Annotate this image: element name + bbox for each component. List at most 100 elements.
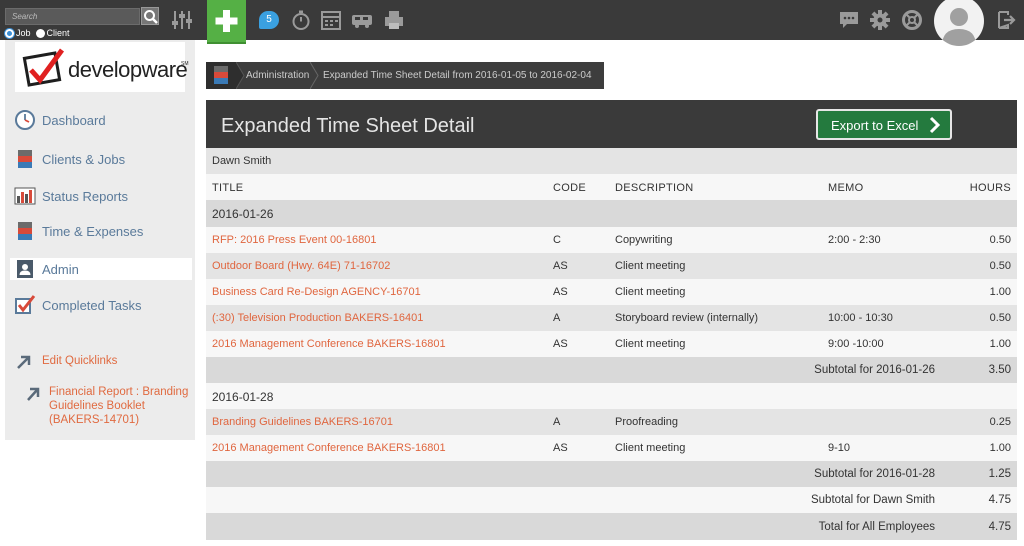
sidebar-item-label: Dashboard <box>42 112 106 128</box>
export-to-excel-button[interactable]: Export to Excel <box>816 109 952 140</box>
quicklink-label: Financial Report : Branding Guidelines B… <box>49 386 189 426</box>
sidebar-item-dashboard[interactable]: Dashboard <box>10 109 192 131</box>
entry-title-link[interactable]: Business Card Re-Design AGENCY-16701 <box>212 286 421 298</box>
search-input[interactable]: Search <box>5 8 140 25</box>
entry-code: C <box>553 234 561 246</box>
table-row: (:30) Television Production BAKERS-16401… <box>206 305 1017 331</box>
sidebar-item-label: Status Reports <box>42 188 128 204</box>
entry-hours: 0.50 <box>989 312 1011 324</box>
breadcrumb-item-administration[interactable]: Administration <box>246 70 309 81</box>
plus-icon <box>215 10 238 32</box>
page-title: Expanded Time Sheet Detail <box>221 115 475 137</box>
search-scope: Job Client <box>5 28 70 38</box>
subtotal-value: 3.50 <box>988 364 1011 376</box>
column-header-code: CODE <box>553 182 586 194</box>
employee-row: Dawn Smith <box>206 148 1017 174</box>
subtotal-label: Subtotal for 2016-01-26 <box>814 364 935 376</box>
group-date: 2016-01-26 <box>212 207 274 221</box>
table-row: Business Card Re-Design AGENCY-16701 AS … <box>206 279 1017 305</box>
breadcrumb-separator-icon <box>236 62 245 89</box>
entry-title-link[interactable]: 2016 Management Conference BAKERS-16801 <box>212 338 446 350</box>
table-row: Branding Guidelines BAKERS-16701 A Proof… <box>206 409 1017 435</box>
entry-title-link[interactable]: RFP: 2016 Press Event 00-16801 <box>212 234 376 246</box>
sidebar: developware SM Dashboard Clients & Jobs … <box>5 40 195 440</box>
entry-description: Client meeting <box>615 286 686 298</box>
entry-hours: 0.50 <box>989 260 1011 272</box>
sidebar-item-admin[interactable]: Admin <box>10 258 192 280</box>
stopwatch-icon[interactable] <box>290 9 312 31</box>
entry-description: Client meeting <box>615 260 686 272</box>
sidebar-item-completed-tasks[interactable]: Completed Tasks <box>10 294 192 316</box>
cabinet-icon <box>18 150 32 168</box>
column-header-hours: HOURS <box>969 182 1011 194</box>
top-bar: Search Job Client 5 <box>0 0 1024 46</box>
column-header-description: DESCRIPTION <box>615 182 694 194</box>
sidebar-item-clients-jobs[interactable]: Clients & Jobs <box>10 148 192 170</box>
breadcrumb-home[interactable] <box>206 62 236 89</box>
company-logo[interactable]: developware SM <box>15 42 189 92</box>
sidebar-item-label: Completed Tasks <box>42 297 142 313</box>
logo-mark-icon <box>22 48 65 87</box>
subtotal-label: Subtotal for 2016-01-28 <box>814 468 935 480</box>
sidebar-item-label: Clients & Jobs <box>42 151 126 167</box>
table-row: 2016 Management Conference BAKERS-16801 … <box>206 435 1017 461</box>
total-row: Total for All Employees 4.75 <box>206 513 1017 540</box>
sidebar-item-time-expenses[interactable]: Time & Expenses <box>10 220 192 242</box>
clock-icon <box>15 110 35 130</box>
user-silhouette-icon <box>942 8 976 46</box>
sidebar-item-label: Admin <box>42 261 79 277</box>
entry-memo: 9-10 <box>828 442 851 454</box>
table-header: TITLE CODE DESCRIPTION MEMO HOURS <box>206 174 1017 200</box>
radio-job[interactable] <box>5 28 14 38</box>
entry-description: Proofreading <box>615 416 678 428</box>
column-header-title: TITLE <box>212 182 244 194</box>
chat-icon[interactable] <box>838 9 860 31</box>
radio-job-label: Job <box>16 28 31 38</box>
calendar-icon[interactable] <box>320 9 342 31</box>
car-icon[interactable] <box>351 9 373 31</box>
entry-description: Copywriting <box>615 234 673 246</box>
table-row: RFP: 2016 Press Event 00-16801 C Copywri… <box>206 227 1017 253</box>
chevron-right-icon <box>929 116 941 134</box>
date-group-header: 2016-01-28 <box>206 383 1017 409</box>
entry-title-link[interactable]: 2016 Management Conference BAKERS-16801 <box>212 442 446 454</box>
logout-icon[interactable] <box>996 9 1018 31</box>
timesheet-panel: Expanded Time Sheet Detail Export to Exc… <box>206 100 1017 540</box>
arrow-up-right-icon <box>27 387 40 401</box>
employee-subtotal-label: Subtotal for Dawn Smith <box>810 494 935 506</box>
search-icon <box>144 10 158 24</box>
notifications-badge[interactable]: 5 <box>259 11 279 29</box>
quicklink-financial-report[interactable]: Financial Report : Branding Guidelines B… <box>25 385 190 427</box>
entry-title-link[interactable]: Branding Guidelines BAKERS-16701 <box>212 416 393 428</box>
table-row: 2016 Management Conference BAKERS-16801 … <box>206 331 1017 357</box>
bar-chart-icon <box>14 187 36 205</box>
sliders-icon[interactable] <box>171 9 193 31</box>
entry-code: A <box>553 416 561 428</box>
sidebar-item-label: Time & Expenses <box>42 223 144 239</box>
radio-client[interactable] <box>35 28 45 38</box>
date-group-header: 2016-01-26 <box>206 200 1017 227</box>
logo-tm: SM <box>181 61 189 67</box>
entry-title-link[interactable]: Outdoor Board (Hwy. 64E) 71-16702 <box>212 260 390 272</box>
avatar[interactable] <box>934 0 984 46</box>
entry-code: AS <box>553 260 568 272</box>
entry-title-link[interactable]: (:30) Television Production BAKERS-16401 <box>212 312 423 324</box>
printer-icon[interactable] <box>383 9 405 31</box>
sidebar-item-status-reports[interactable]: Status Reports <box>10 185 192 207</box>
gear-icon[interactable] <box>869 9 891 31</box>
search-button[interactable] <box>141 7 159 25</box>
entry-hours: 1.00 <box>989 286 1011 298</box>
total-label: Total for All Employees <box>818 521 935 533</box>
edit-quicklinks-link[interactable]: Edit Quicklinks <box>10 354 117 370</box>
entry-hours: 1.00 <box>989 442 1011 454</box>
lifebuoy-icon[interactable] <box>901 9 923 31</box>
add-button[interactable] <box>207 0 246 44</box>
breadcrumb-separator-icon <box>310 62 319 89</box>
entry-hours: 0.25 <box>989 416 1011 428</box>
cabinet-icon <box>214 66 228 84</box>
radio-client-label: Client <box>46 28 70 38</box>
breadcrumb: Administration Expanded Time Sheet Detai… <box>206 62 604 89</box>
employee-name: Dawn Smith <box>212 155 272 167</box>
export-label: Export to Excel <box>831 118 919 133</box>
entry-hours: 1.00 <box>989 338 1011 350</box>
